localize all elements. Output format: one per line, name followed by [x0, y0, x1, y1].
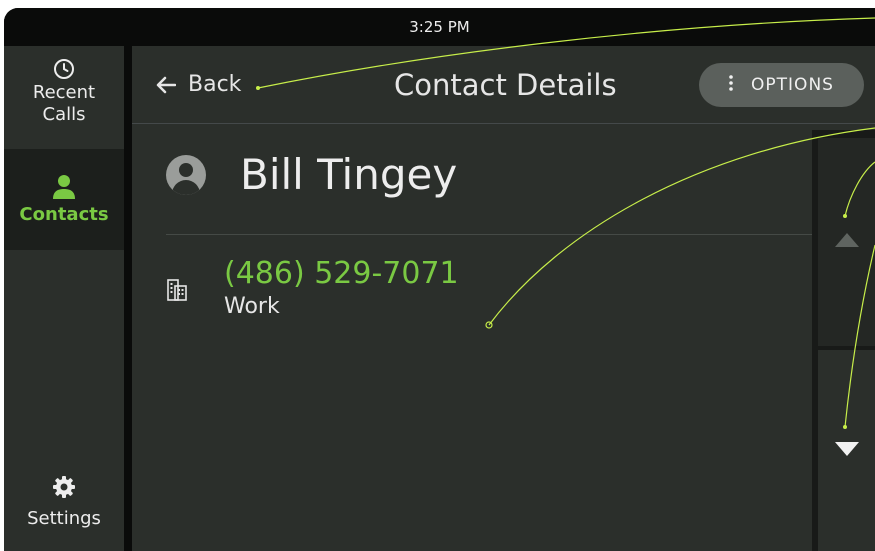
triangle-up-icon [834, 232, 860, 252]
triangle-down-icon [834, 441, 860, 461]
sidebar-item-settings[interactable]: Settings [4, 474, 124, 551]
back-button[interactable]: Back [156, 72, 241, 97]
page-header: Back Contact Details OPTIONS [132, 46, 875, 124]
options-button[interactable]: OPTIONS [699, 63, 864, 107]
phone-details: (486) 529-7071 Work [224, 256, 459, 322]
scroll-controls [812, 130, 875, 551]
back-label: Back [188, 72, 242, 97]
person-icon [52, 174, 76, 200]
avatar [166, 154, 206, 195]
scroll-up-button[interactable] [818, 138, 875, 346]
sidebar-item-label: Calls [42, 104, 86, 125]
sidebar-item-label: Recent [32, 82, 96, 103]
status-time: 3:25 PM [409, 18, 470, 36]
device-screen: 3:25 PM Recent Calls Contacts Settings B… [4, 8, 875, 551]
status-bar: 3:25 PM [4, 8, 875, 46]
page-title: Contact Details [394, 68, 617, 102]
contact-name: Bill Tingey [240, 150, 458, 199]
building-icon [166, 256, 224, 322]
arrow-left-icon [156, 76, 176, 94]
phone-type: Work [224, 294, 280, 319]
clock-icon [53, 56, 75, 82]
divider [166, 234, 816, 235]
sidebar-divider [124, 46, 132, 551]
more-vertical-icon [729, 74, 733, 96]
scroll-down-button[interactable] [818, 350, 875, 551]
contact-header: Bill Tingey [166, 150, 457, 199]
sidebar: Recent Calls Contacts Settings [4, 46, 124, 551]
phone-entry[interactable]: (486) 529-7071 Work [166, 256, 459, 322]
sidebar-item-contacts[interactable]: Contacts [4, 149, 124, 250]
sidebar-item-recent-calls[interactable]: Recent Calls [4, 56, 124, 149]
contact-details-panel: Back Contact Details OPTIONS Bill Tingey… [132, 46, 875, 551]
sidebar-item-label: Contacts [19, 203, 109, 225]
sidebar-item-label: Settings [27, 508, 101, 529]
gear-icon [52, 474, 76, 500]
phone-number[interactable]: (486) 529-7071 [224, 256, 459, 292]
options-label: OPTIONS [751, 75, 834, 95]
